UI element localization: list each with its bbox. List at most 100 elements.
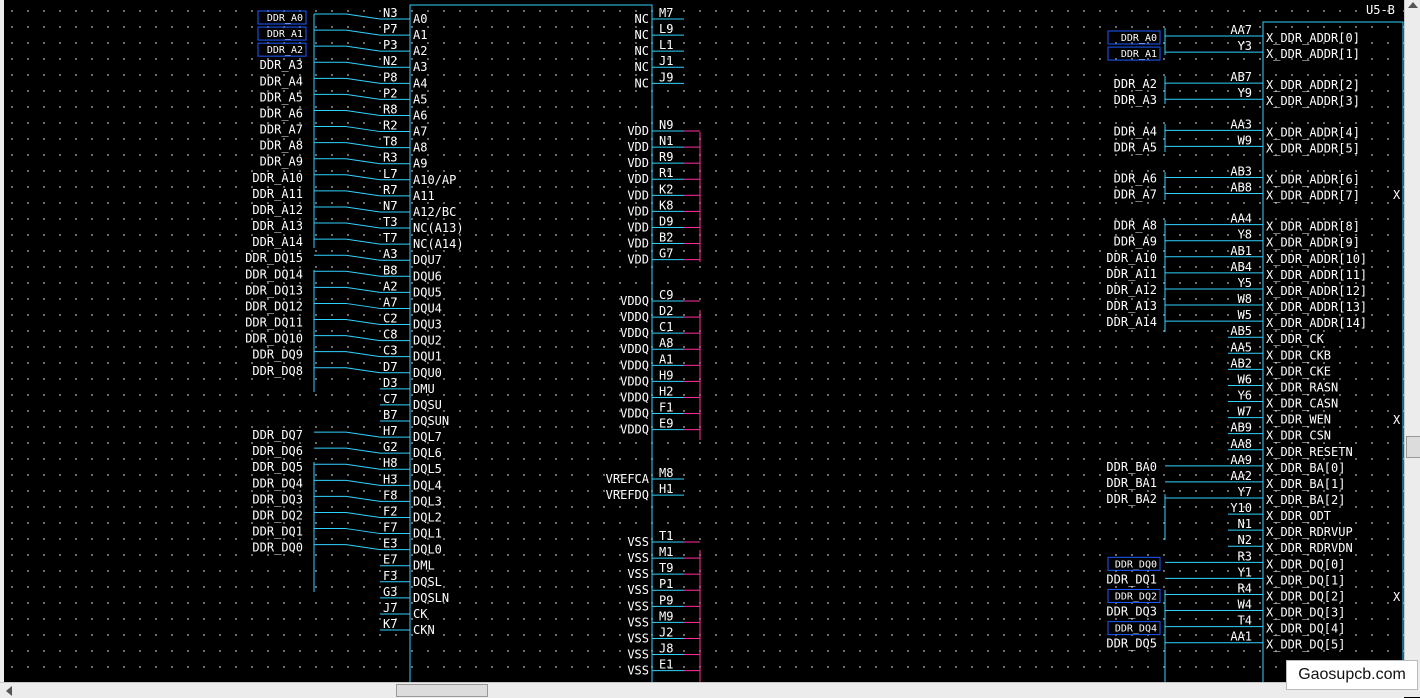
pin-name: VSS bbox=[627, 599, 649, 613]
bus-entry bbox=[345, 463, 381, 470]
pin-name: VDD bbox=[627, 253, 649, 267]
pin-name: VREFCA bbox=[606, 472, 650, 486]
horizontal-scrollbar[interactable] bbox=[0, 682, 1404, 698]
net-label: DDR_A10 bbox=[1106, 251, 1157, 265]
pin-name: VSS bbox=[627, 535, 649, 549]
pin-name: X_DDR_RASN bbox=[1266, 380, 1338, 394]
pin-name: VDDQ bbox=[620, 374, 649, 388]
net-label: DDR_BA1 bbox=[1106, 476, 1157, 490]
pin-name: VDDQ bbox=[620, 342, 649, 356]
pin-name: A4 bbox=[413, 76, 427, 90]
pin-number: R3 bbox=[383, 151, 397, 165]
pin-name: DQSL bbox=[413, 575, 442, 589]
pin-name: DQU6 bbox=[413, 269, 442, 283]
net-label: DDR_A13 bbox=[252, 219, 303, 233]
vertical-scrollbar[interactable] bbox=[1404, 0, 1420, 682]
net-label: DDR_DQ4 bbox=[1115, 624, 1157, 635]
pin-name: X_DDR_ADDR[0] bbox=[1266, 31, 1360, 45]
pin-number: K8 bbox=[659, 198, 673, 212]
pin-name: X_DDR_RESETN bbox=[1266, 445, 1353, 459]
pin-name: VDD bbox=[627, 188, 649, 202]
net-label: DDR_A1 bbox=[1121, 49, 1157, 60]
bus-entry bbox=[345, 45, 381, 52]
pin-number: AB7 bbox=[1230, 70, 1252, 84]
pin-number: N1 bbox=[659, 134, 673, 148]
pin-name: X_DDR_CASN bbox=[1266, 397, 1338, 411]
pin-number: B2 bbox=[659, 231, 673, 245]
pin-number: R9 bbox=[659, 150, 673, 164]
net-label: DDR_DQ1 bbox=[252, 525, 303, 539]
pin-number: K2 bbox=[659, 182, 673, 196]
net-label: DDR_DQ2 bbox=[252, 508, 303, 522]
pin-name: CK bbox=[413, 607, 428, 621]
net-label: DDR_A11 bbox=[252, 187, 303, 201]
schematic-canvas[interactable]: N3 A0 DDR_A0 P7 A1 DDR_A1 P3 A2 DDR_A2 N2 A3 DDR_A3… bbox=[0, 0, 1404, 682]
pin-number: Y6 bbox=[1238, 389, 1252, 403]
pin-name: VDDQ bbox=[620, 294, 649, 308]
net-label: DDR_DQ7 bbox=[252, 428, 303, 442]
pin-number: N2 bbox=[383, 54, 397, 68]
bus-entry bbox=[345, 367, 381, 374]
net-label: DDR_A14 bbox=[1106, 315, 1157, 329]
pin-name: DQU1 bbox=[413, 350, 442, 364]
pin-number: T8 bbox=[383, 135, 397, 149]
pin-number: C3 bbox=[383, 344, 397, 358]
pin-number: H2 bbox=[659, 384, 673, 398]
pin-name: VDD bbox=[627, 172, 649, 186]
pin-number: M8 bbox=[659, 466, 673, 480]
pin-name: DQU2 bbox=[413, 334, 442, 348]
bus-entry bbox=[345, 495, 381, 502]
pin-name: X_DDR_ADDR[11] bbox=[1266, 268, 1367, 282]
net-label: DDR_A5 bbox=[260, 90, 303, 104]
pin-number: P9 bbox=[659, 593, 673, 607]
no-connect-mark: X bbox=[1393, 590, 1401, 604]
bus-entry bbox=[345, 142, 381, 149]
pin-name: X_DDR_CKB bbox=[1266, 348, 1331, 362]
pin-number: P1 bbox=[659, 577, 673, 591]
bus-entry bbox=[345, 319, 381, 326]
pin-name: VDD bbox=[627, 124, 649, 138]
pin-name: X_DDR_ADDR[10] bbox=[1266, 252, 1367, 266]
bus-entry bbox=[345, 13, 381, 20]
pin-number: A2 bbox=[383, 279, 397, 293]
pin-name: VSS bbox=[627, 567, 649, 581]
pin-name: VSS bbox=[627, 615, 649, 629]
bus-entry bbox=[345, 206, 381, 213]
pin-name: DQL1 bbox=[413, 527, 442, 541]
bus-entry bbox=[345, 254, 381, 261]
vertical-scroll-thumb[interactable] bbox=[1406, 436, 1420, 458]
no-connect-mark: X bbox=[1393, 413, 1401, 427]
pin-name: DQL2 bbox=[413, 510, 442, 524]
pin-name: X_DDR_DQ[2] bbox=[1266, 589, 1345, 603]
scroll-left-arrow-icon[interactable] bbox=[6, 686, 12, 696]
pin-name: VSS bbox=[627, 551, 649, 565]
net-label: DDR_DQ15 bbox=[245, 251, 303, 265]
pin-number: N9 bbox=[659, 118, 673, 132]
pin-name: X_DDR_RDRVUP bbox=[1266, 525, 1353, 539]
net-label: DDR_DQ4 bbox=[252, 476, 303, 490]
memory-chip-body bbox=[409, 4, 653, 682]
pin-number: N2 bbox=[1238, 533, 1252, 547]
pin-name: NC(A13) bbox=[413, 221, 464, 235]
net-label: DDR_A10 bbox=[252, 171, 303, 185]
net-label: DDR_DQ9 bbox=[252, 348, 303, 362]
bus-entry bbox=[345, 93, 381, 100]
pin-name: X_DDR_RDRVDN bbox=[1266, 541, 1353, 555]
net-label: DDR_DQ6 bbox=[252, 444, 303, 458]
pin-number: D7 bbox=[383, 360, 397, 374]
pin-number: B7 bbox=[383, 408, 397, 422]
pin-name: X_DDR_ADDR[9] bbox=[1266, 236, 1360, 250]
net-label: DDR_A4 bbox=[260, 74, 303, 88]
bus-entry bbox=[345, 174, 381, 181]
bus-entry bbox=[345, 109, 381, 116]
pin-number: J1 bbox=[659, 54, 673, 68]
pin-name: DQU7 bbox=[413, 253, 442, 267]
horizontal-scroll-thumb[interactable] bbox=[396, 684, 488, 697]
pin-number: AA1 bbox=[1230, 630, 1252, 644]
scroll-up-arrow-icon[interactable] bbox=[1408, 2, 1418, 8]
net-label: DDR_A2 bbox=[267, 45, 303, 56]
bus-entry bbox=[345, 479, 381, 486]
bus-entry bbox=[345, 544, 381, 551]
bus-entry bbox=[345, 238, 381, 245]
bus-entry bbox=[345, 126, 381, 133]
